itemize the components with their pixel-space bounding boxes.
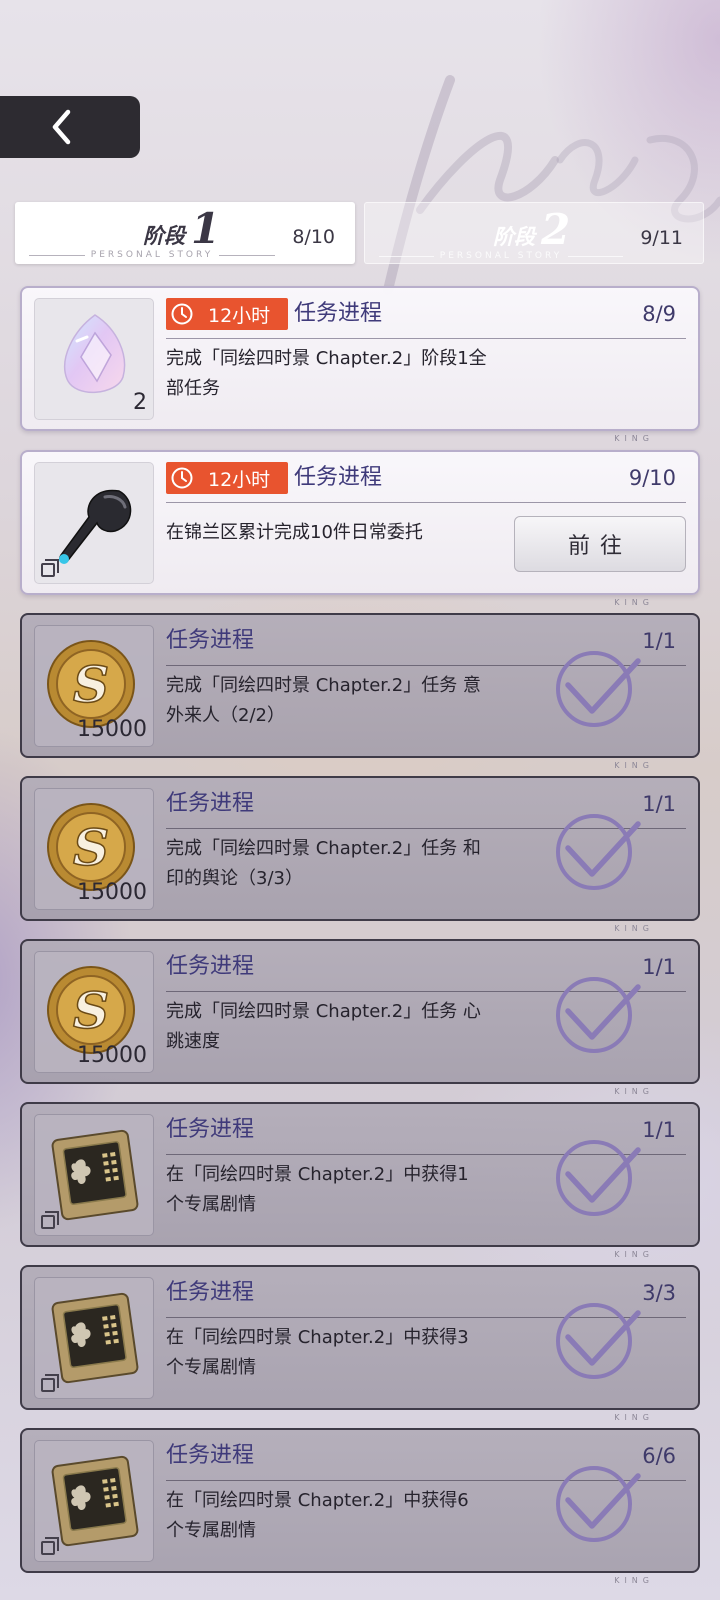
stage-count: 9/11 bbox=[640, 227, 683, 249]
task-description: 完成「同绘四时景 Chapter.2」阶段1全部任务 bbox=[166, 348, 487, 399]
footer-mark: KING bbox=[614, 1413, 654, 1422]
footer-mark: KING bbox=[614, 598, 654, 607]
collection-icon bbox=[41, 559, 59, 577]
checkmark-icon bbox=[556, 814, 641, 890]
stage-label: 阶段 bbox=[493, 224, 535, 249]
task-card: S 15000 任务进程 1/1 完成「同绘四时景 Chapter.2」任务 意… bbox=[20, 613, 700, 770]
reward-item[interactable]: 2 bbox=[34, 298, 154, 420]
task-progress: 6/6 bbox=[642, 1444, 676, 1468]
reward-quantity: 15000 bbox=[77, 1043, 147, 1068]
memory-chip-icon bbox=[51, 1455, 139, 1547]
task-label: 任务进程 bbox=[294, 465, 383, 490]
reward-item[interactable] bbox=[34, 1277, 154, 1399]
task-card: 12小时 任务进程 9/10 在锦兰区累计完成10件日常委托 前往 KING bbox=[20, 450, 700, 607]
footer-mark: KING bbox=[614, 1576, 654, 1585]
reward-item[interactable] bbox=[34, 1114, 154, 1236]
task-card: 任务进程 3/3 在「同绘四时景 Chapter.2」中获得3个专属剧情 KIN… bbox=[20, 1265, 700, 1422]
clock-icon bbox=[171, 467, 193, 489]
task-description: 完成「同绘四时景 Chapter.2」任务 和印的舆论（3/3） bbox=[166, 838, 481, 889]
task-progress: 1/1 bbox=[642, 955, 676, 979]
crystal-icon bbox=[64, 314, 126, 393]
collection-icon bbox=[41, 1211, 59, 1229]
go-button[interactable]: 前往 bbox=[514, 516, 686, 572]
task-card: 任务进程 1/1 在「同绘四时景 Chapter.2」中获得1个专属剧情 KIN… bbox=[20, 1102, 700, 1259]
stage-title: 阶段 1 bbox=[143, 206, 220, 252]
reward-quantity: 15000 bbox=[77, 880, 147, 905]
stage-subtitle: PERSONAL STORY bbox=[379, 251, 623, 261]
task-description: 在「同绘四时景 Chapter.2」中获得3个专属剧情 bbox=[166, 1327, 469, 1378]
task-progress: 1/1 bbox=[642, 1118, 676, 1142]
tab-stage-1[interactable]: 阶段 1 PERSONAL STORY 8/10 bbox=[15, 202, 355, 264]
svg-text:S: S bbox=[73, 981, 109, 1040]
footer-mark: KING bbox=[614, 434, 654, 443]
reward-item[interactable]: S 15000 bbox=[34, 625, 154, 747]
checkmark-icon bbox=[556, 1140, 641, 1216]
stage-subtitle-text: PERSONAL STORY bbox=[439, 251, 563, 261]
stage-count: 8/10 bbox=[292, 226, 335, 248]
task-card: S 15000 任务进程 1/1 完成「同绘四时景 Chapter.2」任务 心… bbox=[20, 939, 700, 1096]
stage-number: 1 bbox=[191, 204, 221, 253]
task-progress: 3/3 bbox=[642, 1281, 676, 1305]
reward-item[interactable] bbox=[34, 462, 154, 584]
footer-mark: KING bbox=[614, 1087, 654, 1096]
clock-icon bbox=[171, 303, 193, 325]
task-progress: 1/1 bbox=[642, 792, 676, 816]
timer-badge: 12小时 bbox=[166, 298, 288, 330]
memory-chip-icon bbox=[51, 1292, 139, 1384]
timer-badge: 12小时 bbox=[166, 462, 288, 494]
task-description: 完成「同绘四时景 Chapter.2」任务 意外来人（2/2） bbox=[166, 675, 481, 726]
task-label: 任务进程 bbox=[166, 954, 255, 979]
checkmark-icon bbox=[556, 1466, 641, 1542]
divider bbox=[166, 502, 686, 503]
footer-mark: KING bbox=[614, 1250, 654, 1259]
stage-number: 2 bbox=[541, 205, 571, 254]
timer-text: 12小时 bbox=[208, 304, 271, 327]
task-description: 完成「同绘四时景 Chapter.2」任务 心跳速度 bbox=[166, 1001, 481, 1052]
reward-quantity: 2 bbox=[133, 390, 147, 415]
stage-label: 阶段 bbox=[143, 223, 185, 248]
footer-mark: KING bbox=[614, 924, 654, 933]
svg-text:S: S bbox=[73, 655, 109, 714]
task-label: 任务进程 bbox=[294, 301, 383, 326]
collection-icon bbox=[41, 1374, 59, 1392]
task-label: 任务进程 bbox=[166, 1280, 255, 1305]
chevron-left-icon bbox=[52, 109, 71, 145]
stage-subtitle: PERSONAL STORY bbox=[29, 250, 275, 260]
task-progress: 8/9 bbox=[642, 302, 676, 326]
svg-text:S: S bbox=[73, 818, 109, 877]
checkmark-icon bbox=[556, 1303, 641, 1379]
back-button[interactable] bbox=[0, 96, 140, 158]
stage-subtitle-text: PERSONAL STORY bbox=[90, 250, 214, 260]
reward-item[interactable]: S 15000 bbox=[34, 788, 154, 910]
task-label: 任务进程 bbox=[166, 628, 255, 653]
task-label: 任务进程 bbox=[166, 791, 255, 816]
stage-title: 阶段 2 bbox=[493, 207, 570, 253]
task-card: 任务进程 6/6 在「同绘四时景 Chapter.2」中获得6个专属剧情 KIN… bbox=[20, 1428, 700, 1585]
task-card: S 15000 任务进程 1/1 完成「同绘四时景 Chapter.2」任务 和… bbox=[20, 776, 700, 933]
memory-chip-icon bbox=[51, 1129, 139, 1221]
timer-text: 12小时 bbox=[208, 468, 271, 491]
reward-item[interactable]: S 15000 bbox=[34, 951, 154, 1073]
checkmark-icon bbox=[556, 977, 641, 1053]
task-progress: 1/1 bbox=[642, 629, 676, 653]
task-description: 在「同绘四时景 Chapter.2」中获得1个专属剧情 bbox=[166, 1164, 469, 1215]
footer-mark: KING bbox=[614, 761, 654, 770]
collection-icon bbox=[41, 1537, 59, 1555]
reward-item[interactable] bbox=[34, 1440, 154, 1562]
task-description: 在「同绘四时景 Chapter.2」中获得6个专属剧情 bbox=[166, 1490, 469, 1541]
task-description: 在锦兰区累计完成10件日常委托 bbox=[166, 522, 423, 543]
reward-quantity: 15000 bbox=[77, 717, 147, 742]
task-label: 任务进程 bbox=[166, 1117, 255, 1142]
earbud-icon bbox=[59, 489, 132, 564]
task-progress: 9/10 bbox=[628, 466, 676, 490]
tab-stage-2[interactable]: 阶段 2 PERSONAL STORY 9/11 bbox=[364, 202, 704, 264]
divider bbox=[166, 338, 686, 339]
task-card: 2 12小时 任务进程 8/9 完成「同绘四时景 Chapter.2」阶段1全部… bbox=[20, 286, 700, 443]
task-label: 任务进程 bbox=[166, 1443, 255, 1468]
checkmark-icon bbox=[556, 651, 641, 727]
